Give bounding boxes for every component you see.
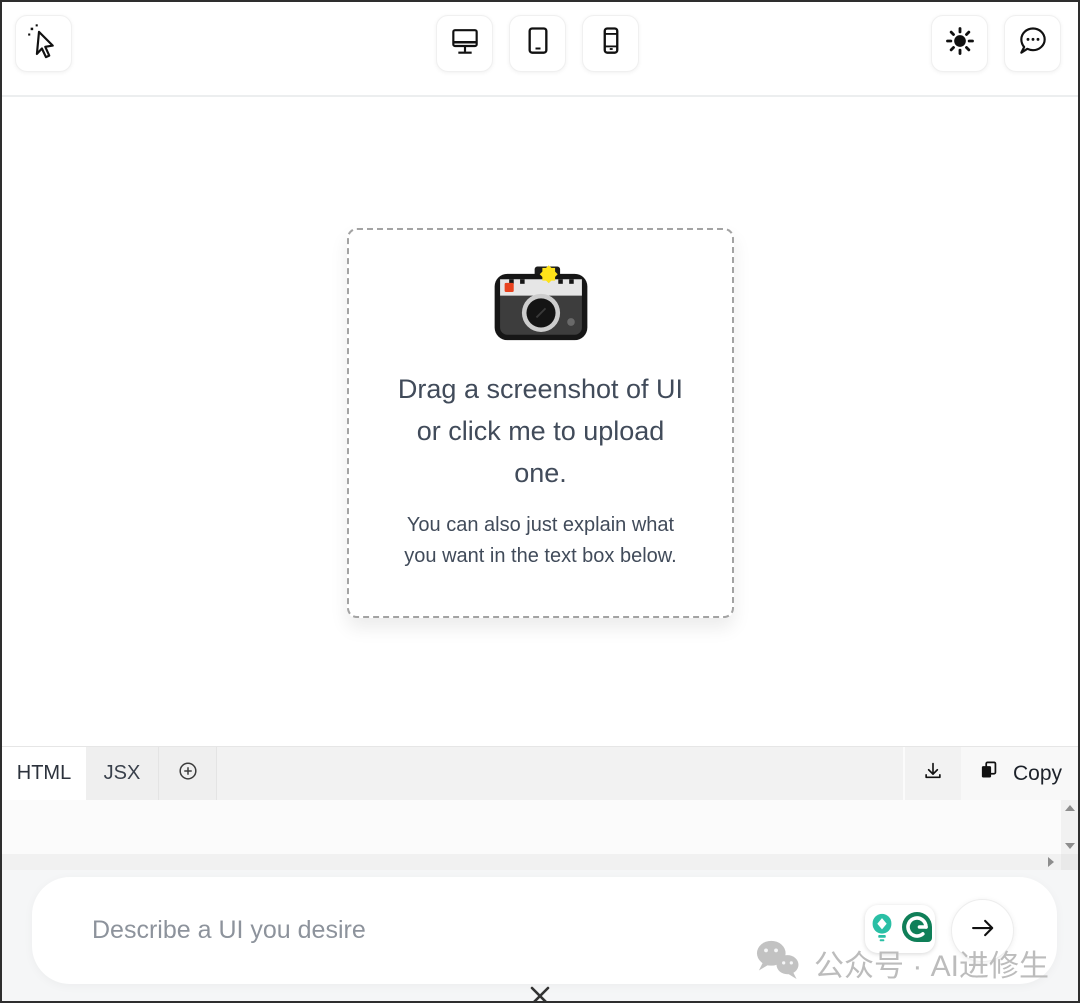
cursor-click-icon xyxy=(24,21,64,66)
tablet-icon xyxy=(518,21,558,66)
app-window: Drag a screenshot of UI or click me to u… xyxy=(0,0,1080,1003)
copy-pages-icon xyxy=(977,758,1003,790)
camera-with-flash-emoji xyxy=(349,260,732,344)
mobile-preview-button[interactable] xyxy=(582,15,639,72)
desktop-preview-button[interactable] xyxy=(436,15,493,72)
vertical-scrollbar[interactable] xyxy=(1061,800,1078,854)
prompt-bar-section: 公众号 · AI进修生 xyxy=(2,870,1078,1001)
mobile-phone-icon xyxy=(591,21,631,66)
chat-bubble-dots-icon xyxy=(1013,21,1053,66)
prompt-input[interactable] xyxy=(92,877,812,984)
copy-label: Copy xyxy=(1012,761,1063,785)
download-icon xyxy=(918,756,948,791)
copy-code-button[interactable]: Copy xyxy=(961,747,1078,800)
scroll-up-icon[interactable] xyxy=(1064,805,1075,811)
screenshot-dropzone[interactable]: Drag a screenshot of UI or click me to u… xyxy=(347,228,734,618)
lightbulb-icon xyxy=(867,910,897,949)
tab-html[interactable]: HTML xyxy=(2,747,86,800)
scroll-down-icon[interactable] xyxy=(1064,843,1075,849)
tab-jsx[interactable]: JSX xyxy=(86,747,159,800)
scrollbar-corner xyxy=(1061,854,1078,870)
download-code-button[interactable] xyxy=(903,747,961,800)
desktop-monitor-icon xyxy=(445,21,485,66)
plus-circle-icon xyxy=(173,756,203,791)
code-editor[interactable] xyxy=(2,800,1078,870)
sun-icon xyxy=(940,21,980,66)
tablet-preview-button[interactable] xyxy=(509,15,566,72)
x-icon xyxy=(527,986,553,1001)
horizontal-scrollbar[interactable] xyxy=(2,854,1061,870)
cursor-select-button[interactable] xyxy=(15,15,72,72)
add-tab-button[interactable] xyxy=(159,747,217,800)
close-prompt-button[interactable] xyxy=(527,983,553,1001)
top-toolbar xyxy=(2,2,1078,97)
feedback-chat-button[interactable] xyxy=(1004,15,1061,72)
dropzone-subtitle: You can also just explain what you want … xyxy=(404,514,677,567)
code-panel-tabbar: HTML JSX Copy xyxy=(2,746,1078,800)
grammarly-g-icon xyxy=(900,910,934,949)
scroll-right-icon[interactable] xyxy=(1048,857,1054,867)
tab-jsx-label: JSX xyxy=(103,762,141,784)
tab-html-label: HTML xyxy=(16,762,72,784)
dropzone-title: Drag a screenshot of UI or click me to u… xyxy=(397,374,684,488)
theme-toggle-button[interactable] xyxy=(931,15,988,72)
preview-canvas: Drag a screenshot of UI or click me to u… xyxy=(2,99,1078,746)
prompt-pill xyxy=(32,877,1057,984)
grammarly-widget[interactable] xyxy=(865,905,935,953)
tabbar-spacer xyxy=(217,747,903,800)
send-button[interactable] xyxy=(951,899,1014,962)
arrow-right-icon xyxy=(966,911,1000,950)
